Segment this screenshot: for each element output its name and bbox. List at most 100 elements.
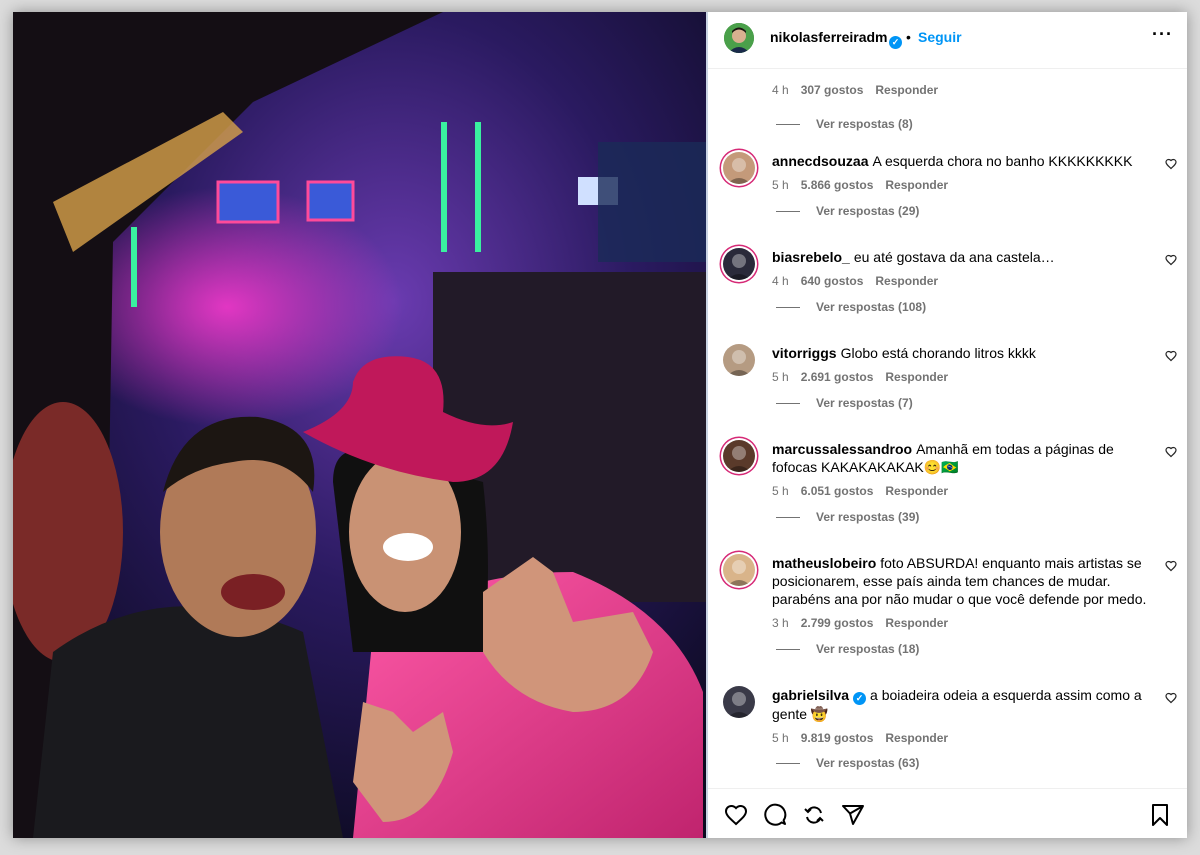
replies-line	[776, 124, 800, 126]
reply-button[interactable]: Responder	[885, 370, 948, 384]
comment-line: biasrebelo_ eu até gostava da ana castela…	[772, 248, 1152, 266]
comment-likes[interactable]: 5.866 gostos	[801, 178, 874, 192]
comment-time: 5 h	[772, 370, 789, 384]
comment-body: marcussalessandroo Amanhã em todas a pági…	[772, 440, 1152, 500]
comment-text: eu até gostava da ana castela…	[853, 249, 1055, 265]
commenter-avatar[interactable]	[723, 554, 755, 586]
commenter-avatar[interactable]	[723, 152, 755, 184]
comment-line: gabrielsilva ✓ a boiadeira odeia a esquerd…	[772, 686, 1152, 723]
comment-body: annecdsouzaa A esquerda chora no banho KK…	[772, 152, 1152, 194]
top-comment-meta: 4 h 307 gostos Responder	[772, 83, 938, 97]
like-heart-icon[interactable]	[1165, 350, 1177, 362]
follow-button[interactable]: Seguir	[918, 29, 962, 45]
view-replies-button[interactable]: Ver respostas (7)	[776, 396, 913, 410]
verified-check: ✓	[889, 36, 902, 49]
heart-icon[interactable]	[724, 803, 748, 827]
like-heart-icon[interactable]	[1165, 254, 1177, 266]
reply-button[interactable]: Responder	[885, 484, 948, 498]
bookmark-icon[interactable]	[1148, 803, 1172, 827]
avatar-silhouette	[727, 158, 751, 184]
comment-meta: 5 h 5.866 gostos Responder	[772, 176, 1152, 194]
view-replies-button[interactable]: Ver respostas (8)	[776, 117, 913, 131]
replies-line	[776, 403, 800, 405]
repost-icon[interactable]	[802, 803, 826, 827]
replies-line	[776, 517, 800, 519]
view-replies-button[interactable]: Ver respostas (18)	[776, 642, 919, 656]
view-replies-button[interactable]: Ver respostas (108)	[776, 300, 926, 314]
reply-button[interactable]: Responder	[875, 83, 938, 97]
avatar-silhouette	[727, 446, 751, 472]
post-header: nikolasferreiradm ✓ • Seguir ···	[708, 12, 1187, 69]
view-replies-label: Ver respostas (63)	[816, 756, 920, 770]
comment-likes[interactable]: 2.691 gostos	[801, 370, 874, 384]
comment-time: 5 h	[772, 484, 789, 498]
avatar-silhouette	[727, 350, 751, 376]
comment-likes[interactable]: 6.051 gostos	[801, 484, 874, 498]
action-bar	[708, 788, 1187, 838]
comment-body: gabrielsilva ✓ a boiadeira odeia a esquerd…	[772, 686, 1152, 747]
view-replies-button[interactable]: Ver respostas (29)	[776, 204, 919, 218]
author-username[interactable]: nikolasferreiradm	[770, 29, 888, 45]
avatar-silhouette	[727, 560, 751, 586]
comment-meta: 3 h 2.799 gostos Responder	[772, 614, 1152, 632]
comments-list: 4 h 307 gostos Responder Ver respostas (8)…	[708, 68, 1187, 788]
commenter-avatar[interactable]	[723, 248, 755, 280]
commenter-username[interactable]: marcussalessandroo	[772, 441, 912, 457]
comment-time: 5 h	[772, 178, 789, 192]
commenter-username[interactable]: gabrielsilva	[772, 687, 849, 703]
author-avatar[interactable]	[724, 23, 754, 53]
like-heart-icon[interactable]	[1165, 560, 1177, 572]
commenter-username[interactable]: biasrebelo_	[772, 249, 850, 265]
reply-button[interactable]: Responder	[885, 178, 948, 192]
avatar-silhouette	[727, 692, 751, 718]
comment-body: vitorriggs Globo está chorando litros kkk…	[772, 344, 1152, 386]
comment-line: annecdsouzaa A esquerda chora no banho KK…	[772, 152, 1152, 170]
comment-meta: 5 h 9.819 gostos Responder	[772, 729, 1152, 747]
comment-meta: 4 h 640 gostos Responder	[772, 272, 1152, 290]
reply-button[interactable]: Responder	[885, 731, 948, 745]
comment-time: 5 h	[772, 731, 789, 745]
like-heart-icon[interactable]	[1165, 692, 1177, 704]
view-replies-label: Ver respostas (39)	[816, 510, 920, 524]
comment-text: A esquerda chora no banho KKKKKKKKK	[872, 153, 1133, 169]
comment-likes[interactable]: 640 gostos	[801, 274, 864, 288]
more-options-icon[interactable]: ···	[1152, 24, 1173, 45]
replies-line	[776, 649, 800, 651]
view-replies-label: Ver respostas (108)	[816, 300, 927, 314]
commenter-username[interactable]: matheuslobeiro	[772, 555, 876, 571]
view-replies-button[interactable]: Ver respostas (63)	[776, 756, 919, 770]
replies-line	[776, 211, 800, 213]
commenter-avatar[interactable]	[723, 344, 755, 376]
comment-meta: 5 h 6.051 gostos Responder	[772, 482, 1152, 500]
replies-line	[776, 763, 800, 765]
author-avatar-image	[724, 23, 754, 53]
commenter-username[interactable]: annecdsouzaa	[772, 153, 868, 169]
comment-likes[interactable]: 2.799 gostos	[801, 616, 874, 630]
commenter-avatar[interactable]	[723, 686, 755, 718]
commenter-username[interactable]: vitorriggs	[772, 345, 837, 361]
concert-selfie-image	[13, 12, 706, 838]
verified-badge-icon: ✓	[853, 692, 867, 705]
like-heart-icon[interactable]	[1165, 158, 1177, 170]
view-replies-button[interactable]: Ver respostas (39)	[776, 510, 919, 524]
comment-likes[interactable]: 307 gostos	[801, 83, 864, 97]
comment-icon[interactable]	[763, 803, 787, 827]
comments-panel: nikolasferreiradm ✓ • Seguir ··· 4 h 307 …	[708, 12, 1187, 838]
avatar-silhouette	[727, 254, 751, 280]
comment-line: marcussalessandroo Amanhã em todas a pági…	[772, 440, 1152, 476]
comment-body: matheuslobeiro foto ABSURDA! enquanto mai…	[772, 554, 1152, 632]
commenter-avatar[interactable]	[723, 440, 755, 472]
comment-time: 4 h	[772, 274, 789, 288]
like-heart-icon[interactable]	[1165, 446, 1177, 458]
comment-body: biasrebelo_ eu até gostava da ana castela…	[772, 248, 1152, 290]
share-icon[interactable]	[841, 803, 865, 827]
reply-button[interactable]: Responder	[885, 616, 948, 630]
comment-line: vitorriggs Globo está chorando litros kkk…	[772, 344, 1152, 362]
comment-likes[interactable]: 9.819 gostos	[801, 731, 874, 745]
view-replies-label: Ver respostas (8)	[816, 117, 913, 131]
view-replies-label: Ver respostas (7)	[816, 396, 913, 410]
comment-time: 3 h	[772, 616, 789, 630]
post-photo[interactable]	[13, 12, 706, 838]
reply-button[interactable]: Responder	[875, 274, 938, 288]
comment-line: matheuslobeiro foto ABSURDA! enquanto mai…	[772, 554, 1152, 608]
